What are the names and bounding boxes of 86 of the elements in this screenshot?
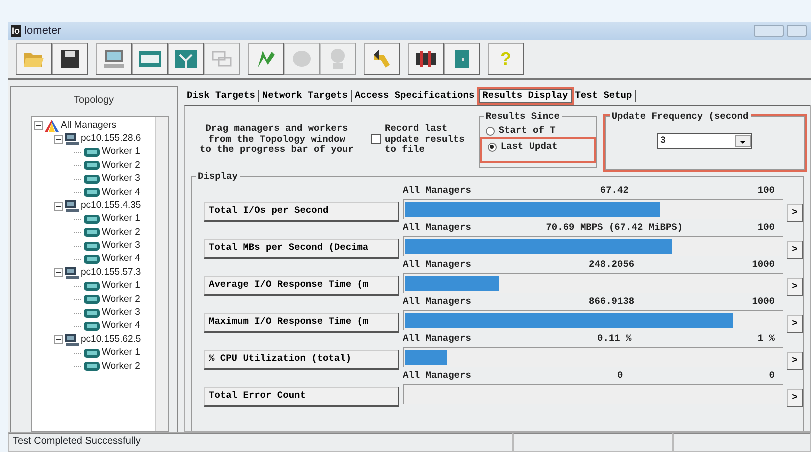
target-label: All Managers bbox=[403, 222, 472, 233]
dropdown[interactable]: 3 bbox=[657, 133, 752, 149]
metric-value: 0 bbox=[618, 370, 624, 381]
tree-item[interactable]: pc10.155.28.6 bbox=[81, 132, 142, 146]
target-label: All Managers bbox=[403, 370, 472, 381]
toolbar-button[interactable] bbox=[96, 43, 132, 75]
tab[interactable]: Network Targets bbox=[259, 90, 352, 102]
radio-option[interactable]: Start of T bbox=[486, 125, 590, 137]
network-icon bbox=[174, 47, 198, 71]
toolbar-button[interactable] bbox=[248, 43, 284, 75]
scale-max: 0 bbox=[769, 370, 775, 381]
metric-button[interactable]: Average I/O Response Time (m bbox=[204, 276, 399, 296]
radio-option[interactable]: Last Updat bbox=[488, 141, 588, 153]
tab[interactable]: Results Display bbox=[478, 89, 572, 103]
tab[interactable]: Test Setup bbox=[572, 90, 636, 102]
tree-item[interactable]: Worker 1 bbox=[102, 279, 140, 294]
toolbar-button[interactable] bbox=[168, 43, 204, 75]
collapse-icon[interactable] bbox=[54, 335, 63, 344]
toolbar-button[interactable] bbox=[132, 43, 168, 75]
tree-item[interactable]: Worker 3 bbox=[102, 306, 140, 320]
metric-value: 248.2056 bbox=[589, 259, 635, 270]
more-button[interactable]: > bbox=[787, 241, 803, 259]
toolbar-button[interactable] bbox=[444, 43, 480, 75]
tree-item[interactable]: Worker 2 bbox=[102, 158, 140, 173]
status-message: Test Completed Successfully bbox=[8, 433, 513, 452]
scale-max: 1000 bbox=[752, 296, 775, 307]
checkbox[interactable] bbox=[371, 134, 381, 144]
triangle-icon bbox=[45, 120, 59, 132]
tree-item[interactable]: Worker 4 bbox=[102, 252, 140, 267]
metric-button[interactable]: Total I/Os per Second bbox=[204, 202, 399, 222]
target-label: All Managers bbox=[403, 296, 472, 307]
app-logo: Io bbox=[11, 25, 21, 37]
tree-item[interactable]: Worker 2 bbox=[102, 360, 140, 374]
toolbar-button[interactable] bbox=[408, 43, 444, 75]
tree-item[interactable]: Worker 2 bbox=[102, 226, 140, 240]
metric-button[interactable]: Maximum I/O Response Time (m bbox=[204, 313, 399, 333]
tree-item[interactable]: Worker 1 bbox=[102, 145, 140, 160]
tree-item[interactable]: Worker 4 bbox=[102, 186, 140, 200]
computer-icon bbox=[65, 266, 79, 279]
more-button[interactable]: > bbox=[787, 204, 803, 222]
tree-item[interactable]: Worker 3 bbox=[102, 239, 140, 254]
scale-max: 1000 bbox=[752, 259, 775, 270]
computer-icon bbox=[102, 47, 126, 71]
target-label: All Managers bbox=[403, 259, 472, 270]
metric-value: 0.11 % bbox=[598, 333, 632, 344]
computer-icon bbox=[65, 133, 79, 146]
more-button[interactable]: > bbox=[787, 352, 803, 370]
collapse-icon[interactable] bbox=[34, 121, 43, 130]
target-label: All Managers bbox=[403, 185, 472, 196]
target-label: All Managers bbox=[403, 333, 472, 344]
collapse-icon[interactable] bbox=[54, 134, 63, 144]
tree-item[interactable]: Worker 1 bbox=[102, 346, 140, 360]
more-button[interactable]: > bbox=[787, 315, 803, 333]
tree-item[interactable]: All Managers bbox=[61, 118, 116, 133]
tab[interactable]: Disk Targets bbox=[184, 90, 260, 102]
toolbar-button[interactable] bbox=[52, 43, 88, 75]
scale-max: 1 % bbox=[758, 333, 775, 344]
checkbox-label: Record last update results to file bbox=[385, 124, 465, 156]
tree-item[interactable]: Worker 3 bbox=[102, 172, 140, 186]
tree-item[interactable]: pc10.155.4.35 bbox=[81, 198, 142, 214]
computer-icon bbox=[65, 200, 79, 212]
metric-button[interactable]: % CPU Utilization (total) bbox=[204, 350, 399, 370]
tree-item[interactable]: Worker 4 bbox=[102, 319, 140, 334]
metric-value: 70.69 MBPS (67.42 MiBPS) bbox=[546, 222, 684, 233]
computer-icon bbox=[65, 334, 79, 346]
collapse-icon[interactable] bbox=[54, 202, 63, 211]
metric-button[interactable]: Total Error Count bbox=[204, 387, 399, 407]
scale-max: 100 bbox=[758, 222, 775, 233]
scale-max: 100 bbox=[758, 185, 775, 196]
metric-value: 866.9138 bbox=[589, 296, 635, 307]
window-title: Iometer bbox=[24, 24, 62, 39]
collapse-icon[interactable] bbox=[54, 268, 63, 278]
tree-item[interactable]: Worker 1 bbox=[102, 212, 140, 227]
tree-item[interactable]: pc10.155.57.3 bbox=[81, 266, 142, 280]
more-button[interactable]: > bbox=[787, 278, 803, 296]
save-icon bbox=[58, 47, 82, 71]
tree-item[interactable]: Worker 2 bbox=[102, 292, 140, 307]
more-button[interactable]: > bbox=[787, 389, 803, 407]
metric-value: 67.42 bbox=[600, 185, 629, 196]
tree-item[interactable]: pc10.155.62.5 bbox=[81, 332, 142, 348]
toolbar-button[interactable] bbox=[16, 43, 52, 75]
toolbar-button[interactable] bbox=[364, 43, 400, 75]
panel-title: Topology bbox=[72, 94, 116, 108]
scrollbar[interactable] bbox=[155, 117, 168, 431]
metric-button[interactable]: Total MBs per Second (Decima bbox=[204, 239, 399, 259]
instruction-text: Drag managers and workers from the Topology window to the progress bar of your bbox=[199, 122, 355, 156]
